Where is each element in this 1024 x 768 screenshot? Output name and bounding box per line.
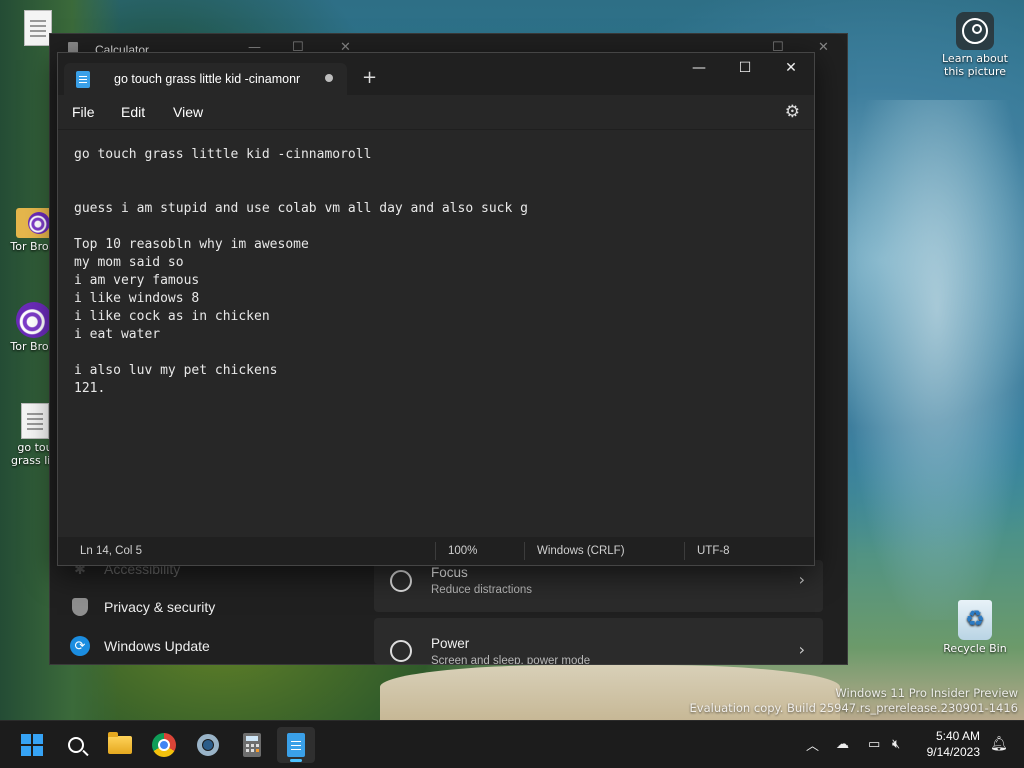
tor-folder-icon <box>16 208 52 238</box>
editor-line: i like windows 8 <box>74 291 200 306</box>
desktop-icon-learn-about-picture[interactable]: Learn about this picture <box>940 12 1010 78</box>
settings-nav-label: Windows Update <box>104 638 210 654</box>
editor-line: Top 10 reasobln why im awesome <box>74 237 309 252</box>
text-file-icon <box>21 403 49 439</box>
editor-line: go touch grass little kid -cinnamoroll <box>74 147 372 162</box>
show-hidden-icons-chevron-icon[interactable]: ︿ <box>806 735 819 754</box>
taskbar: ︿ ☁ ▭ 🔇︎ 5:40 AM 9/14/2023 🔔︎ <box>0 720 1024 768</box>
editor-line: i am very famous <box>74 273 200 288</box>
minimize-button[interactable]: — <box>676 60 722 76</box>
text-file-icon <box>24 10 52 46</box>
status-cursor-position[interactable]: Ln 14, Col 5 <box>80 545 142 557</box>
status-encoding[interactable]: UTF-8 <box>697 545 730 557</box>
settings-card-focus[interactable]: Focus Reduce distractions › <box>374 560 823 612</box>
menu-file[interactable]: File <box>72 104 95 120</box>
maximize-button[interactable]: ☐ <box>722 60 768 76</box>
settings-nav-windows-update[interactable]: ⟳ Windows Update <box>70 636 210 656</box>
status-line-ending[interactable]: Windows (CRLF) <box>537 545 625 557</box>
network-icon[interactable]: ▭ <box>868 737 880 752</box>
focus-icon <box>390 570 412 592</box>
windows-logo-icon <box>21 734 43 756</box>
desktop-icon-recycle-bin[interactable]: ♻ Recycle Bin <box>940 600 1010 655</box>
taskbar-file-explorer[interactable] <box>101 727 139 763</box>
editor-line: my mom said so <box>74 255 184 270</box>
volume-muted-icon[interactable]: 🔇︎ <box>892 737 900 752</box>
card-title: Power <box>431 636 470 651</box>
status-zoom[interactable]: 100% <box>448 545 477 557</box>
notepad-window[interactable]: go touch grass little kid -cinamonr + — … <box>57 52 815 566</box>
editor-line: i also luv my pet chickens <box>74 363 278 378</box>
editor-line: i eat water <box>74 327 161 342</box>
notepad-status-bar: Ln 14, Col 5 100% Windows (CRLF) UTF-8 <box>58 537 814 565</box>
notepad-icon <box>287 733 305 757</box>
search-icon <box>68 737 84 753</box>
clock-time: 5:40 AM <box>935 729 980 743</box>
desktop-icon-label: Recycle Bin <box>943 642 1007 655</box>
settings-gear-icon[interactable]: ⚙ <box>785 102 800 122</box>
taskbar-clock[interactable]: 5:40 AM 9/14/2023 <box>918 728 980 760</box>
chevron-right-icon: › <box>798 640 805 659</box>
settings-close-icon[interactable]: ✕ <box>818 40 829 55</box>
onedrive-cloud-icon[interactable]: ☁ <box>836 737 849 752</box>
menu-edit[interactable]: Edit <box>121 104 145 120</box>
card-subtitle: Reduce distractions <box>431 584 532 596</box>
status-divider <box>684 542 685 560</box>
notepad-icon <box>76 71 90 88</box>
desktop-icon-label: Learn about this picture <box>942 52 1008 78</box>
taskbar-chrome[interactable] <box>145 727 183 763</box>
taskbar-settings[interactable] <box>189 727 227 763</box>
notification-bell-icon[interactable]: 🔔︎ <box>990 736 1008 752</box>
settings-card-power[interactable]: Power Screen and sleep, power mode › <box>374 618 823 664</box>
search-button[interactable] <box>57 727 95 763</box>
notepad-tab-bar: go touch grass little kid -cinamonr + — … <box>58 53 814 95</box>
taskbar-notepad[interactable] <box>277 727 315 763</box>
editor-line: guess i am stupid and use colab vm all d… <box>74 201 528 216</box>
chrome-icon <box>152 733 176 757</box>
editor-line: 121. <box>74 381 106 396</box>
editor-line: i like cock as in chicken <box>74 309 270 324</box>
power-icon <box>390 640 412 662</box>
text-editor-area[interactable]: go touch grass little kid -cinnamoroll g… <box>58 129 814 537</box>
recycle-bin-icon: ♻ <box>958 600 992 640</box>
shield-icon <box>70 597 90 617</box>
new-tab-button[interactable]: + <box>362 69 377 87</box>
card-subtitle: Screen and sleep, power mode <box>431 655 591 664</box>
wallpaper-ocean-foam <box>850 100 1024 620</box>
card-title: Focus <box>431 565 468 580</box>
menu-view[interactable]: View <box>173 104 203 120</box>
tor-browser-icon <box>16 302 52 338</box>
taskbar-calculator[interactable] <box>233 727 271 763</box>
settings-gear-icon <box>197 734 219 756</box>
os-build-watermark: Windows 11 Pro Insider Preview Evaluatio… <box>690 686 1018 716</box>
close-button[interactable]: ✕ <box>768 60 814 76</box>
file-explorer-icon <box>108 732 132 754</box>
learn-about-picture-icon <box>956 12 994 50</box>
settings-nav-label: Privacy & security <box>104 599 216 615</box>
chevron-right-icon: › <box>798 570 805 589</box>
clock-date: 9/14/2023 <box>926 745 980 759</box>
unsaved-dot-icon[interactable] <box>325 74 333 82</box>
settings-nav-privacy-security[interactable]: Privacy & security <box>70 597 215 617</box>
start-button[interactable] <box>13 727 51 763</box>
notepad-tab-active[interactable]: go touch grass little kid -cinamonr <box>64 63 347 95</box>
watermark-build: Evaluation copy. Build 25947.rs_prerelea… <box>689 701 1018 715</box>
watermark-edition: Windows 11 Pro Insider Preview <box>835 686 1018 700</box>
update-icon: ⟳ <box>70 636 90 656</box>
notepad-tab-title: go touch grass little kid -cinamonr <box>114 72 301 86</box>
status-divider <box>524 542 525 560</box>
notepad-menu-bar: File Edit View ⚙ <box>58 95 814 129</box>
calculator-icon <box>243 733 261 757</box>
status-divider <box>435 542 436 560</box>
